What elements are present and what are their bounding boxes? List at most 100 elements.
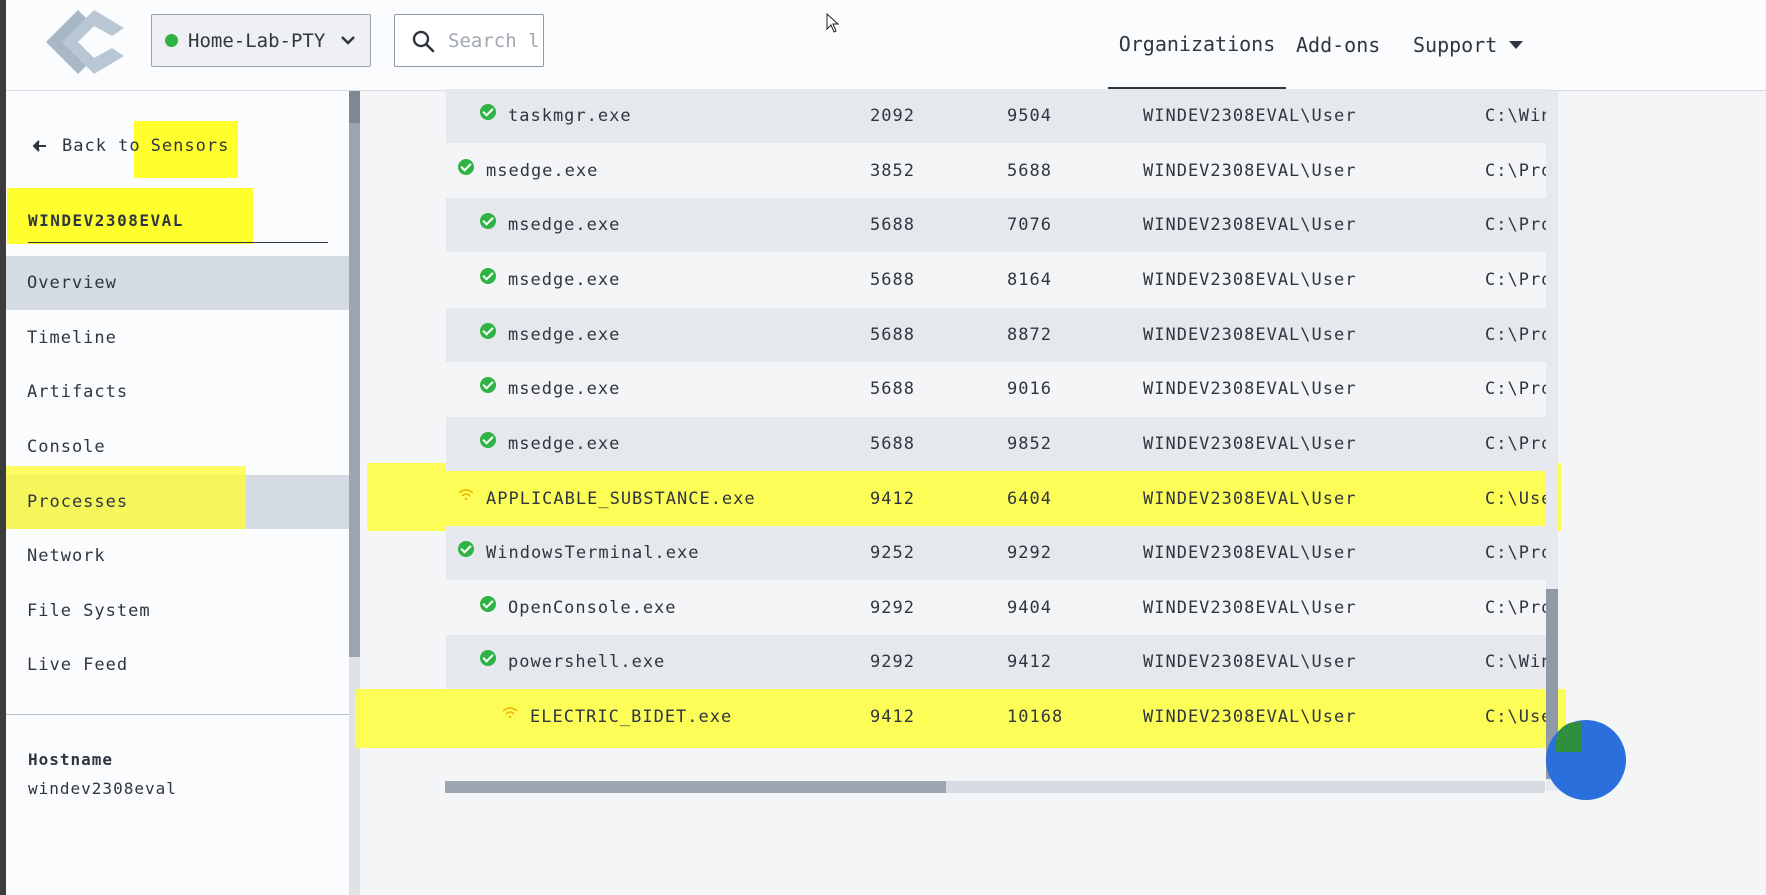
process-tid: 9404 bbox=[1007, 598, 1052, 618]
network-activity-icon bbox=[458, 489, 474, 500]
nav-organizations-label: Organizations bbox=[1118, 31, 1276, 56]
horizontal-scrollbar-thumb[interactable] bbox=[445, 781, 946, 793]
sidebar-item-processes-text: Processes bbox=[6, 475, 349, 529]
process-name: ELECTRIC_BIDET.exe bbox=[530, 707, 733, 727]
process-tid: 9016 bbox=[1007, 379, 1052, 399]
nav-support[interactable]: Support bbox=[1413, 0, 1524, 90]
table-row[interactable]: msedge.exe 5688 9016 WINDEV2308EVAL\User… bbox=[446, 362, 1551, 416]
mouse-cursor-icon bbox=[826, 13, 840, 33]
process-name: WindowsTerminal.exe bbox=[486, 543, 700, 563]
table-row[interactable]: msedge.exe 3852 5688 WINDEV2308EVAL\User… bbox=[446, 144, 1551, 198]
sidebar-item-label: Processes bbox=[27, 492, 129, 512]
process-tid: 8164 bbox=[1007, 270, 1052, 290]
process-path: C:\Pro bbox=[1485, 161, 1553, 181]
caret-down-icon bbox=[1509, 41, 1524, 49]
table-row-suspicious[interactable]: ELECTRIC_BIDET.exe 9412 10168 WINDEV2308… bbox=[446, 690, 1551, 744]
process-name: APPLICABLE_SUBSTANCE.exe bbox=[486, 489, 756, 509]
search-input[interactable] bbox=[448, 29, 543, 52]
sidebar-item-label: Timeline bbox=[27, 328, 117, 348]
sidebar-item-overview[interactable]: Overview bbox=[6, 256, 349, 310]
process-name: taskmgr.exe bbox=[508, 106, 632, 126]
sensor-name: WINDEV2308EVAL bbox=[28, 211, 184, 230]
org-selector[interactable]: Home-Lab-PTY bbox=[151, 14, 371, 67]
search-box[interactable] bbox=[394, 14, 544, 67]
back-prefix: Back to bbox=[62, 136, 141, 156]
sidebar-item-file-system[interactable]: File System bbox=[6, 584, 349, 638]
check-circle-icon bbox=[480, 323, 496, 339]
process-user: WINDEV2308EVAL\User bbox=[1143, 325, 1357, 345]
process-name: powershell.exe bbox=[508, 652, 666, 672]
process-tid: 7076 bbox=[1007, 215, 1052, 235]
process-pid: 9412 bbox=[870, 707, 915, 727]
process-path: C:\Pro bbox=[1485, 270, 1553, 290]
process-path: C:\Pro bbox=[1485, 543, 1553, 563]
process-name: msedge.exe bbox=[508, 270, 621, 290]
process-pid: 5688 bbox=[870, 379, 915, 399]
check-circle-icon bbox=[480, 268, 496, 284]
process-tid: 10168 bbox=[1007, 707, 1064, 727]
process-pid: 9292 bbox=[870, 652, 915, 672]
table-row[interactable]: msedge.exe 5688 9852 WINDEV2308EVAL\User… bbox=[446, 417, 1551, 471]
process-pid: 9252 bbox=[870, 543, 915, 563]
process-path: C:\Use bbox=[1485, 707, 1553, 727]
table-row[interactable]: msedge.exe 5688 7076 WINDEV2308EVAL\User… bbox=[446, 198, 1551, 252]
org-name: Home-Lab-PTY bbox=[188, 29, 326, 52]
table-row[interactable]: msedge.exe 5688 8872 WINDEV2308EVAL\User… bbox=[446, 308, 1551, 362]
process-path: C:\Pro bbox=[1485, 215, 1553, 235]
divider bbox=[28, 242, 328, 243]
sidebar-scrollbar-thumb[interactable] bbox=[349, 91, 360, 657]
process-name: msedge.exe bbox=[486, 161, 599, 181]
table-row[interactable]: OpenConsole.exe 9292 9404 WINDEV2308EVAL… bbox=[446, 581, 1551, 635]
process-user: WINDEV2308EVAL\User bbox=[1143, 379, 1357, 399]
process-user: WINDEV2308EVAL\User bbox=[1143, 707, 1357, 727]
table-row[interactable]: WindowsTerminal.exe 9252 9292 WINDEV2308… bbox=[446, 526, 1551, 580]
process-user: WINDEV2308EVAL\User bbox=[1143, 489, 1357, 509]
sidebar-scrollbar-cap bbox=[349, 91, 360, 123]
process-pid: 3852 bbox=[870, 161, 915, 181]
app-logo[interactable] bbox=[40, 8, 126, 76]
hostname-label: Hostname bbox=[28, 750, 114, 769]
divider bbox=[6, 714, 349, 715]
sidebar-item-network[interactable]: Network bbox=[6, 529, 349, 583]
check-circle-icon bbox=[458, 159, 474, 175]
sidebar-item-label: Overview bbox=[27, 273, 117, 293]
table-row-suspicious[interactable]: APPLICABLE_SUBSTANCE.exe 9412 6404 WINDE… bbox=[446, 472, 1551, 526]
process-name: msedge.exe bbox=[508, 379, 621, 399]
sidebar-item-live-feed[interactable]: Live Feed bbox=[6, 638, 349, 692]
sidebar-item-timeline[interactable]: Timeline bbox=[6, 311, 349, 365]
process-path: C:\Pro bbox=[1485, 379, 1553, 399]
sidebar-item-label: Live Feed bbox=[27, 655, 129, 675]
nav-addons[interactable]: Add-ons bbox=[1296, 0, 1380, 90]
nav-organizations[interactable]: Organizations bbox=[1108, 0, 1286, 90]
check-circle-icon bbox=[480, 650, 496, 666]
process-user: WINDEV2308EVAL\User bbox=[1143, 543, 1357, 563]
table-row[interactable]: powershell.exe 9292 9412 WINDEV2308EVAL\… bbox=[446, 635, 1551, 689]
org-status-dot bbox=[165, 34, 178, 47]
check-circle-icon bbox=[480, 377, 496, 393]
process-tid: 6404 bbox=[1007, 489, 1052, 509]
table-row[interactable]: msedge.exe 5688 8164 WINDEV2308EVAL\User… bbox=[446, 253, 1551, 307]
back-to-sensors-link[interactable]: Back to Sensors bbox=[32, 136, 229, 156]
table-row[interactable]: taskmgr.exe 2092 9504 WINDEV2308EVAL\Use… bbox=[446, 89, 1551, 143]
process-pid: 5688 bbox=[870, 270, 915, 290]
process-pid: 5688 bbox=[870, 434, 915, 454]
check-circle-icon bbox=[480, 104, 496, 120]
process-path: C:\Pro bbox=[1485, 325, 1553, 345]
process-tid: 9292 bbox=[1007, 543, 1052, 563]
process-path: C:\Pro bbox=[1485, 434, 1553, 454]
process-name: msedge.exe bbox=[508, 325, 621, 345]
process-path: C:\Win bbox=[1485, 106, 1553, 126]
process-user: WINDEV2308EVAL\User bbox=[1143, 652, 1357, 672]
process-user: WINDEV2308EVAL\User bbox=[1143, 598, 1357, 618]
sidebar-item-artifacts[interactable]: Artifacts bbox=[6, 365, 349, 419]
check-circle-icon bbox=[480, 432, 496, 448]
sidebar-item-label: Console bbox=[27, 437, 106, 457]
process-path: C:\Use bbox=[1485, 489, 1553, 509]
process-name: OpenConsole.exe bbox=[508, 598, 677, 618]
sidebar-item-label: Artifacts bbox=[27, 382, 129, 402]
process-name: msedge.exe bbox=[508, 215, 621, 235]
process-tid: 9852 bbox=[1007, 434, 1052, 454]
sidebar-item-label: Network bbox=[27, 546, 106, 566]
process-user: WINDEV2308EVAL\User bbox=[1143, 161, 1357, 181]
process-pid: 9292 bbox=[870, 598, 915, 618]
